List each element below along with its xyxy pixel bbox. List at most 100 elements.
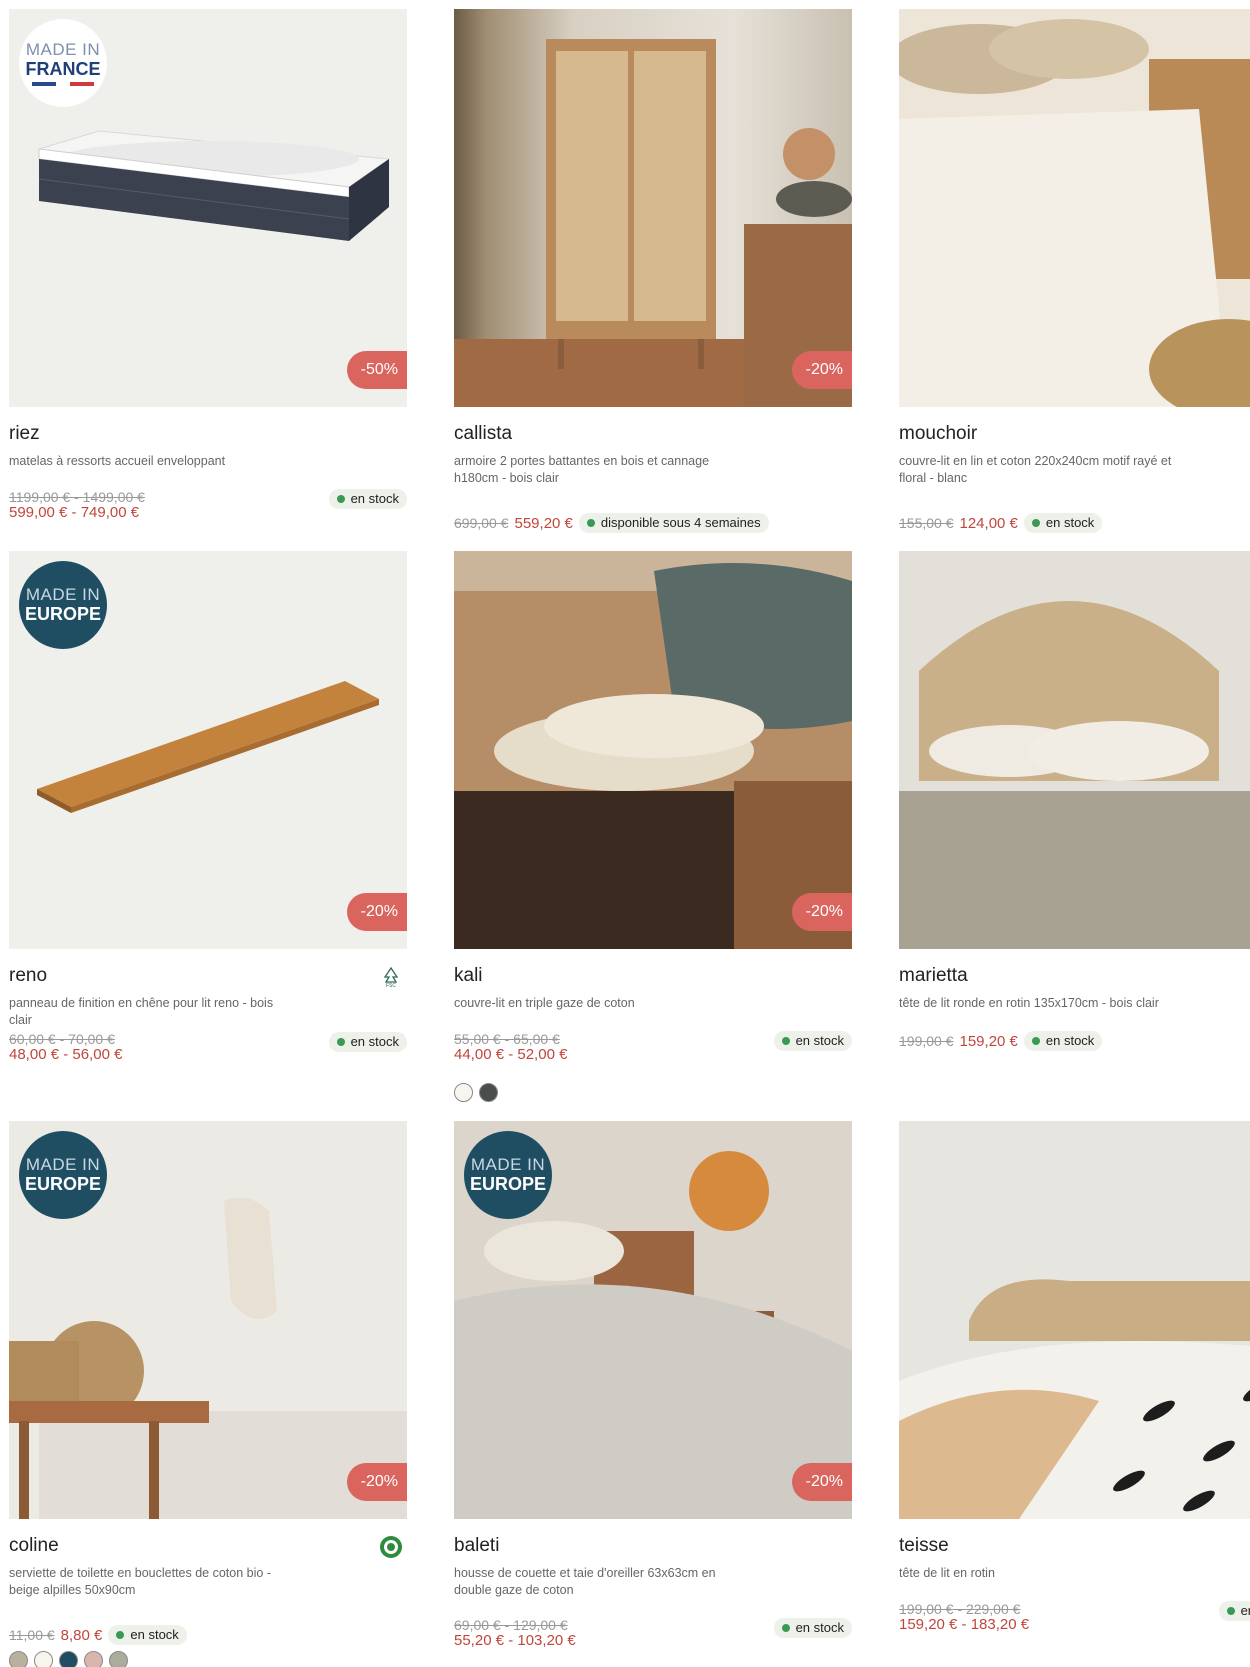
stock-badge: en stock [1023, 513, 1103, 533]
color-swatch[interactable] [34, 1651, 53, 1667]
product-name[interactable]: mouchoir [899, 423, 977, 445]
product-image[interactable]: MADE IN EUROPE -20% [454, 1121, 852, 1519]
color-swatch[interactable] [59, 1651, 78, 1667]
product-image[interactable]: -20% [454, 551, 852, 949]
product-name[interactable]: marietta [899, 965, 968, 987]
product-description: couvre-lit en triple gaze de coton [454, 996, 635, 1010]
discount-badge: -50% [346, 351, 407, 389]
old-price: 11,00 € [9, 1627, 55, 1643]
stock-badge: en stock [1023, 1031, 1103, 1051]
product-name[interactable]: reno [9, 965, 47, 987]
discount-badge: -20% [791, 893, 852, 931]
product-description: couvre-lit en lin et coton 220x240cm mot… [899, 454, 1172, 485]
discount-badge: -20% [791, 351, 852, 389]
old-price: 699,00 € [454, 515, 509, 531]
price-block: 199,00 € 159,20 € en stock [899, 1031, 1103, 1051]
stock-badge: disponible sous 4 semaines [578, 513, 769, 533]
price-block: 699,00 € 559,20 € disponible sous 4 sema… [454, 513, 769, 533]
product-image[interactable] [899, 551, 1250, 949]
product-description: matelas à ressorts accueil enveloppant [9, 454, 226, 468]
bench-blanket-illustration [454, 551, 852, 949]
made-in-france-badge: MADE IN FRANCE [19, 19, 107, 107]
price-block: 55,00 € - 65,00 € 44,00 € - 52,00 € [454, 1031, 567, 1063]
product-name[interactable]: riez [9, 423, 40, 445]
color-swatches [9, 1651, 128, 1667]
product-name[interactable]: coline [9, 1535, 59, 1557]
product-image[interactable]: -20% [454, 9, 852, 407]
stock-badge: en stock [773, 1031, 852, 1051]
product-image[interactable]: MADE IN EUROPE -20% [9, 551, 407, 949]
product-card-kali[interactable]: -20% kali couvre-lit en triple gaze de c… [454, 551, 852, 1102]
old-price: 55,00 € - 65,00 € [454, 1031, 560, 1047]
color-swatch[interactable] [109, 1651, 128, 1667]
product-card-mouchoir[interactable]: mouchoir couvre-lit en lin et coton 220x… [899, 9, 1250, 533]
product-description: tête de lit en rotin [899, 1566, 995, 1580]
made-in-europe-badge: MADE IN EUROPE [19, 561, 107, 649]
product-description: serviette de toilette en bouclettes de c… [9, 1566, 271, 1597]
color-swatch[interactable] [84, 1651, 103, 1667]
color-swatch[interactable] [9, 1651, 28, 1667]
product-description: armoire 2 portes battantes en bois et ca… [454, 454, 710, 485]
new-price: 559,20 € [514, 514, 573, 532]
product-image[interactable] [899, 9, 1250, 407]
discount-badge: -20% [791, 1463, 852, 1501]
made-in-europe-badge: MADE IN EUROPE [464, 1131, 552, 1219]
discount-badge: -20% [346, 1463, 407, 1501]
stock-badge: en stock [328, 489, 407, 509]
product-name[interactable]: baleti [454, 1535, 499, 1557]
new-price: 8,80 € [60, 1626, 103, 1644]
price-block: 11,00 € 8,80 € en stock [9, 1625, 187, 1645]
product-image[interactable]: MADE IN EUROPE -20% [9, 1121, 407, 1519]
product-card-baleti[interactable]: MADE IN EUROPE -20% baleti housse de cou… [454, 1121, 852, 1649]
product-name[interactable]: kali [454, 965, 483, 987]
wardrobe-illustration [454, 39, 852, 407]
product-name[interactable]: teisse [899, 1535, 949, 1557]
product-card-teisse[interactable]: teisse tête de lit en rotin 199,00 € - 2… [899, 1121, 1250, 1633]
france-flag-icon [32, 81, 94, 86]
made-in-europe-badge: MADE IN EUROPE [19, 1131, 107, 1219]
stock-badge: en stock [1218, 1601, 1250, 1621]
price-block: 199,00 € - 229,00 € 159,20 € - 183,20 € [899, 1601, 1029, 1633]
old-price: 199,00 € [899, 1033, 954, 1049]
svg-text:FSC: FSC [386, 983, 396, 988]
price-block: 155,00 € 124,00 € en stock [899, 513, 1103, 533]
product-card-callista[interactable]: -20% callista armoire 2 portes battantes… [454, 9, 852, 533]
product-card-riez[interactable]: MADE IN FRANCE -50% riez matelas à resso… [9, 9, 407, 521]
new-price: 599,00 € - 749,00 € [9, 504, 140, 521]
color-swatch[interactable] [454, 1083, 473, 1102]
patterned-bedding-illustration [899, 1121, 1250, 1519]
product-description: panneau de finition en chêne pour lit re… [9, 996, 274, 1027]
organic-cotton-icon [379, 1535, 403, 1559]
new-price: 55,20 € - 103,20 € [454, 1632, 576, 1649]
product-description: housse de couette et taie d'oreiller 63x… [454, 1566, 716, 1597]
product-image[interactable] [899, 1121, 1250, 1519]
fsc-icon: FSC [379, 965, 403, 989]
price-block: 60,00 € - 70,00 € 48,00 € - 56,00 € [9, 1031, 122, 1063]
price-block: 69,00 € - 129,00 € 55,20 € - 103,20 € [454, 1617, 576, 1649]
new-price: 44,00 € - 52,00 € [454, 1046, 568, 1063]
old-price: 60,00 € - 70,00 € [9, 1031, 115, 1047]
old-price: 1199,00 € - 1499,00 € [9, 489, 145, 505]
product-card-coline[interactable]: MADE IN EUROPE -20% coline serviette de … [9, 1121, 407, 1667]
new-price: 159,20 € - 183,20 € [899, 1616, 1030, 1633]
rattan-headboard-illustration [899, 551, 1250, 949]
color-swatches [454, 1083, 498, 1102]
new-price: 124,00 € [959, 514, 1018, 532]
bed-quilt-illustration [899, 9, 1250, 407]
product-image[interactable]: MADE IN FRANCE -50% [9, 9, 407, 407]
product-card-reno[interactable]: MADE IN EUROPE -20% reno FSC panneau de … [9, 551, 407, 1063]
old-price: 69,00 € - 129,00 € [454, 1617, 568, 1633]
color-swatch[interactable] [479, 1083, 498, 1102]
product-description: tête de lit ronde en rotin 135x170cm - b… [899, 996, 1159, 1010]
stock-badge: en stock [773, 1618, 852, 1638]
new-price: 48,00 € - 56,00 € [9, 1046, 123, 1063]
stock-badge: en stock [108, 1625, 187, 1645]
product-card-marietta[interactable]: marietta tête de lit ronde en rotin 135x… [899, 551, 1250, 1051]
price-block: 1199,00 € - 1499,00 € 599,00 € - 749,00 … [9, 489, 145, 521]
product-name[interactable]: callista [454, 423, 512, 445]
stock-badge: en stock [328, 1032, 407, 1052]
discount-badge: -20% [346, 893, 407, 931]
old-price: 199,00 € - 229,00 € [899, 1601, 1021, 1617]
old-price: 155,00 € [899, 515, 954, 531]
new-price: 159,20 € [959, 1032, 1018, 1050]
